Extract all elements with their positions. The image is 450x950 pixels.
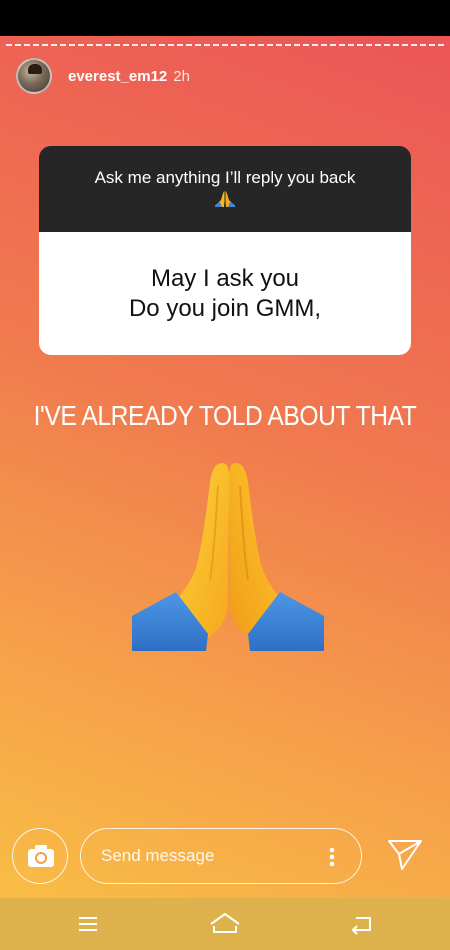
story-caption: I'VE ALREADY TOLD ABOUT THAT xyxy=(33,400,417,431)
question-text-line1: May I ask you xyxy=(150,264,300,292)
menu-icon[interactable] xyxy=(74,910,102,938)
question-text-line2: Do you join GMM, xyxy=(128,294,322,322)
back-icon[interactable] xyxy=(348,910,376,938)
camera-button[interactable] xyxy=(12,828,68,884)
home-icon[interactable] xyxy=(208,910,242,938)
story-progress-bar xyxy=(6,44,444,46)
avatar[interactable] xyxy=(16,58,52,94)
folded-hands-sticker xyxy=(132,463,324,651)
question-answer-area: May I ask you Do you join GMM, xyxy=(39,232,411,355)
send-message-input[interactable]: Send message xyxy=(80,828,362,884)
question-sticker: Ask me anything I’ll reply you back May … xyxy=(39,146,411,355)
story-view[interactable]: everest_em12 2h Ask me anything I’ll rep… xyxy=(0,36,450,898)
question-prompt-header: Ask me anything I’ll reply you back xyxy=(39,146,411,232)
story-username[interactable]: everest_em12 xyxy=(68,68,167,85)
more-options-icon[interactable] xyxy=(329,847,335,867)
story-header: everest_em12 2h xyxy=(16,58,190,94)
reply-bar: Send message xyxy=(0,826,450,898)
question-prompt: Ask me anything I’ll reply you back xyxy=(94,168,356,187)
folded-hands-icon xyxy=(215,191,235,207)
system-nav-bar xyxy=(0,898,450,950)
story-timestamp: 2h xyxy=(173,67,190,85)
send-icon[interactable] xyxy=(386,838,424,872)
camera-icon xyxy=(28,845,54,867)
send-message-placeholder: Send message xyxy=(101,846,215,865)
status-bar xyxy=(0,0,450,36)
